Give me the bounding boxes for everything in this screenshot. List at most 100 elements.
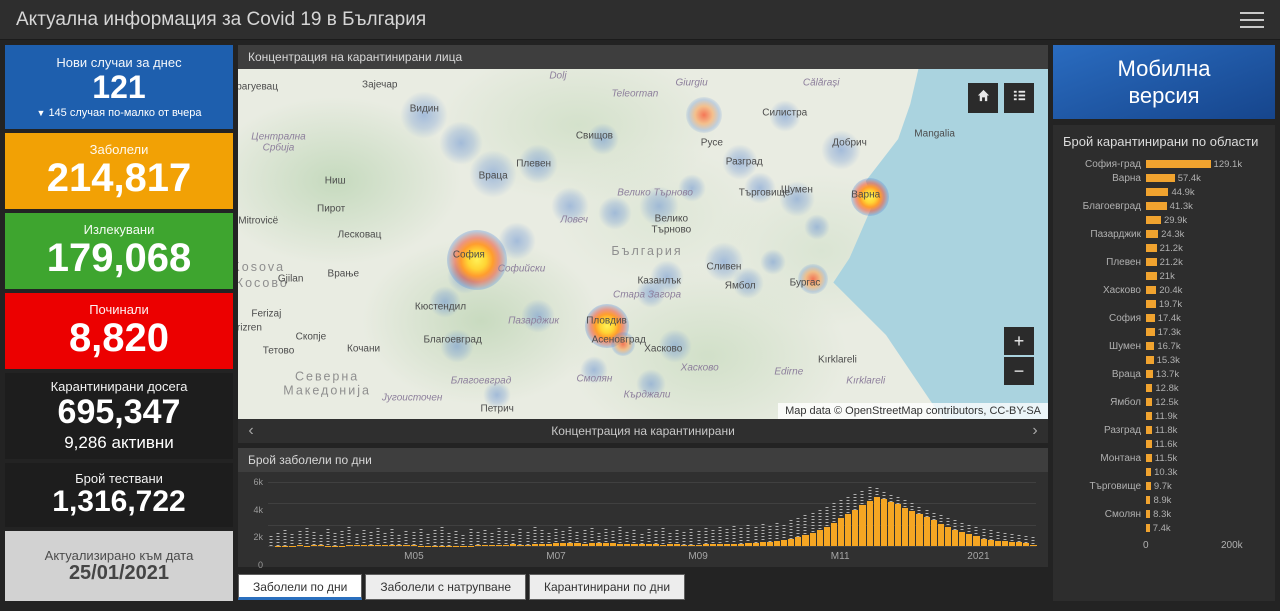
region-value: 17.3k	[1157, 326, 1181, 338]
caption-prev-arrow[interactable]: ‹	[238, 422, 264, 440]
series-cases-bar	[374, 545, 381, 546]
mobile-version-link[interactable]: Мобилна версия	[1053, 45, 1275, 119]
bar-slot	[980, 482, 987, 546]
region-label: Варна	[1112, 172, 1141, 184]
daily-plot[interactable]	[268, 482, 1037, 547]
series-cases-bar	[624, 543, 631, 546]
bar-slot	[973, 482, 980, 546]
map-label: Враца	[478, 170, 508, 181]
bar-slot	[282, 482, 289, 546]
series-cases-bar	[652, 544, 659, 546]
series-gray-bar	[426, 534, 430, 546]
region-row: 11.9k	[1053, 409, 1275, 423]
bar-slot	[389, 482, 396, 546]
bar-slot	[944, 482, 951, 546]
series-cases-bar	[553, 543, 560, 546]
bar-slot	[923, 482, 930, 546]
region-bar-track: 21.2k	[1146, 257, 1275, 268]
bar-slot	[560, 482, 567, 546]
bar-slot	[902, 482, 909, 546]
map-label: Călărași	[802, 77, 840, 89]
region-row: Хасково 20.4k	[1053, 283, 1275, 297]
map-label: Бургас	[789, 276, 821, 288]
heatmap-blob	[439, 328, 474, 363]
bar-slot	[695, 482, 702, 546]
stat-card-infected: Заболели 214,817	[5, 133, 233, 209]
bar-slot	[496, 482, 503, 546]
page-title: Актуална информация за Covid 19 в Българ…	[16, 8, 427, 30]
series-cases-bar	[823, 526, 830, 546]
map-label: Зајечар	[362, 79, 398, 90]
x-tick-label: M07	[546, 551, 566, 562]
bar-slot	[887, 482, 894, 546]
series-gray-bar	[305, 527, 309, 546]
map-panel-header: Концентрация на карантинирани лица	[238, 45, 1048, 69]
x-tick-label: M05	[404, 551, 424, 562]
map-label: Kosova	[238, 259, 286, 274]
map-label: Видин	[409, 103, 439, 115]
bar-slot	[1001, 482, 1008, 546]
region-bar-track: 9.7k	[1146, 481, 1275, 492]
stat-label: Брой тествани	[75, 471, 163, 487]
region-bar	[1146, 216, 1161, 224]
series-cases-bar	[695, 544, 702, 546]
bar-slot	[773, 482, 780, 546]
series-cases-bar	[659, 544, 666, 546]
bar-slot	[588, 482, 595, 546]
series-cases-bar	[317, 545, 324, 546]
stat-value: 25/01/2021	[68, 561, 170, 584]
region-bar-track: 8.9k	[1146, 495, 1275, 506]
bar-slot	[360, 482, 367, 546]
series-gray-bar	[383, 533, 387, 546]
bar-slot	[795, 482, 802, 546]
series-cases-bar	[638, 544, 645, 546]
region-bar	[1146, 468, 1152, 476]
zoom-out-button[interactable]: −	[1004, 357, 1034, 385]
zoom-in-button[interactable]: +	[1004, 327, 1034, 355]
series-gray-bar	[362, 530, 366, 546]
heatmap-blob	[551, 186, 590, 225]
bar-slot	[517, 482, 524, 546]
series-cases-bar	[838, 518, 845, 546]
series-cases-bar	[296, 545, 303, 546]
bar-slot	[503, 482, 510, 546]
region-bar	[1146, 188, 1169, 196]
map-label: Централна Србија	[251, 131, 306, 154]
caption-next-arrow[interactable]: ›	[1022, 422, 1048, 440]
series-cases-bar	[702, 544, 709, 546]
bar-slot	[424, 482, 431, 546]
tab-daily-cases[interactable]: Заболели по дни	[238, 574, 363, 600]
tab-cumulative-cases[interactable]: Заболели с натрупване	[365, 574, 526, 600]
region-row: Плевен 21.2k	[1053, 255, 1275, 269]
bar-slot	[439, 482, 446, 546]
map-label: Велико Търново	[651, 213, 692, 236]
series-gray-bar	[454, 531, 458, 546]
bar-slot	[275, 482, 282, 546]
region-bar-track: 24.3k	[1146, 229, 1275, 240]
region-value: 12.5k	[1155, 396, 1179, 408]
region-label: Търговище	[1089, 480, 1141, 492]
menu-button[interactable]	[1240, 11, 1264, 28]
region-value: 11.8k	[1154, 424, 1178, 436]
map-label: Разград	[725, 156, 763, 167]
region-rows[interactable]: София-град 129.1k Варна 57.4k 44.9k Благоевгр…	[1053, 157, 1275, 535]
series-cases-bar	[752, 542, 759, 546]
map-canvas[interactable]: + − Map data © OpenStreetMap contributor…	[238, 69, 1048, 419]
heatmap-blob	[580, 356, 609, 384]
series-cases-bar	[873, 496, 880, 546]
stat-card-deaths: Починали 8,820	[5, 293, 233, 369]
x-tick-label: 2021	[967, 551, 990, 562]
map-legend-button[interactable]	[1004, 83, 1034, 113]
map-label: Скопје	[295, 331, 327, 342]
bar-slot	[325, 482, 332, 546]
stat-value: 695,347	[57, 393, 181, 432]
x-tick-label: M11	[830, 551, 850, 562]
series-gray-bar	[497, 527, 501, 546]
bar-slot	[852, 482, 859, 546]
bar-slot	[731, 482, 738, 546]
region-label: Плевен	[1106, 256, 1141, 268]
map-home-button[interactable]	[968, 83, 998, 113]
bar-slot	[823, 482, 830, 546]
stat-card-quarantined-total: Карантинирани досега 695,347 9,286 активни	[5, 373, 233, 459]
tab-daily-quarantined[interactable]: Карантинирани по дни	[529, 574, 686, 600]
